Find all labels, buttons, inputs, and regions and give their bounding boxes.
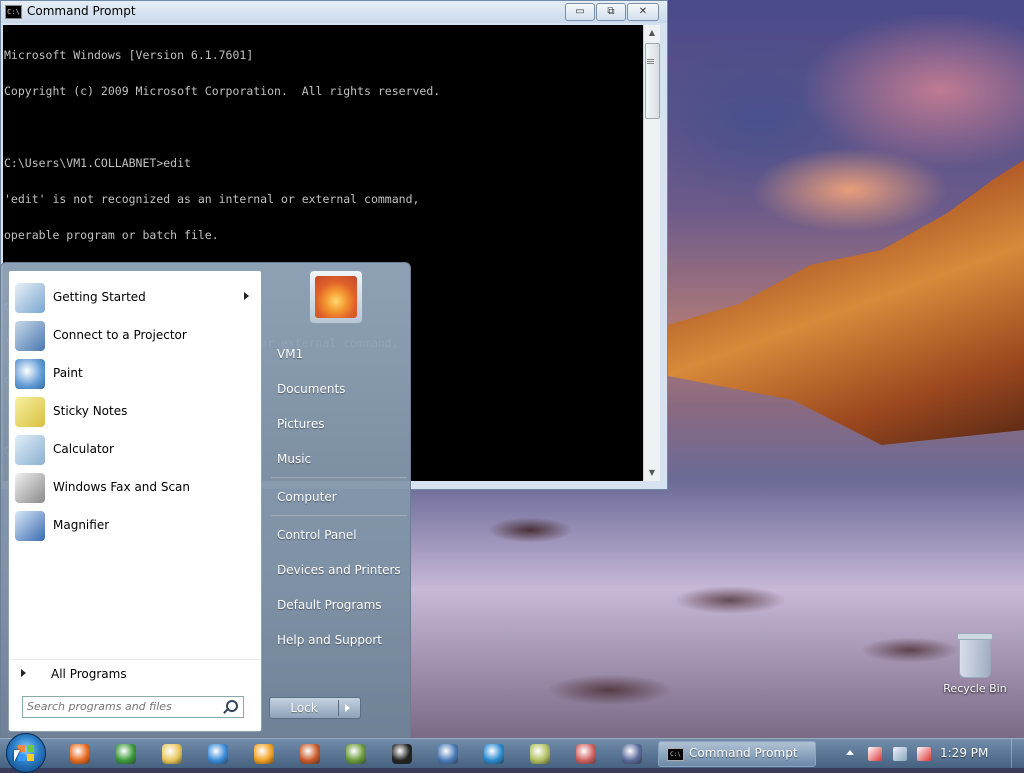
scroll-up-arrow-icon[interactable]: ▲ xyxy=(644,25,660,41)
calculator-icon xyxy=(15,435,45,465)
start-link-user[interactable]: VM1 xyxy=(271,342,407,366)
tools-icon[interactable] xyxy=(346,744,366,764)
start-link-default-programs[interactable]: Default Programs xyxy=(271,593,407,617)
action-center-icon[interactable] xyxy=(868,747,882,761)
search-icon[interactable] xyxy=(226,700,238,712)
network-admin-icon[interactable] xyxy=(622,744,642,764)
paint-icon xyxy=(15,359,45,389)
start-item-label: Getting Started xyxy=(53,290,146,304)
paint-app-icon[interactable] xyxy=(576,744,596,764)
start-menu-separator xyxy=(271,515,407,517)
taskbar: C:\ Command Prompt 1:29 PM xyxy=(0,733,1024,773)
remote-desktop-icon[interactable] xyxy=(438,744,458,764)
taskbar-clock[interactable]: 1:29 PM xyxy=(940,746,988,760)
start-search-input[interactable] xyxy=(23,697,223,715)
start-item-label: Paint xyxy=(53,366,83,380)
maximize-button[interactable]: ⧉ xyxy=(596,3,626,21)
start-menu-programs-pane: Getting Started Connect to a Projector P… xyxy=(8,270,262,732)
start-link-devices-printers[interactable]: Devices and Printers xyxy=(271,558,407,582)
show-desktop-button[interactable] xyxy=(1011,739,1024,768)
start-item-sticky-notes[interactable]: Sticky Notes xyxy=(11,394,259,430)
window-controls: ▭ ⧉ ✕ xyxy=(565,3,659,21)
start-link-computer[interactable]: Computer xyxy=(271,485,407,509)
start-item-label: Windows Fax and Scan xyxy=(53,480,191,494)
start-menu-separator xyxy=(271,477,407,479)
all-programs-label: All Programs xyxy=(51,667,127,681)
shutdown-options-arrow-icon[interactable] xyxy=(345,704,350,712)
cmd-window-title: Command Prompt xyxy=(27,4,136,18)
recycle-bin-icon xyxy=(957,633,993,678)
magnifier-icon xyxy=(15,511,45,541)
wallpaper-cliff xyxy=(668,160,1024,445)
close-button[interactable]: ✕ xyxy=(627,3,659,21)
fax-scan-icon xyxy=(15,473,45,503)
start-search-box[interactable] xyxy=(22,696,244,718)
network-icon[interactable] xyxy=(893,747,907,761)
cmd-taskbar-icon: C:\ xyxy=(667,748,684,761)
all-programs-arrow-icon xyxy=(21,669,26,677)
vertical-scrollbar[interactable]: ▲ ▼ xyxy=(643,25,660,481)
start-link-documents[interactable]: Documents xyxy=(271,377,407,401)
scroll-grip-icon xyxy=(647,59,654,60)
console-line: C:\Users\VM1.COLLABNET>edit xyxy=(4,156,191,170)
lock-button[interactable]: Lock xyxy=(269,697,361,719)
console-line: 'edit' is not recognized as an internal … xyxy=(4,192,420,206)
minimize-button[interactable]: ▭ xyxy=(565,3,595,21)
scroll-thumb[interactable] xyxy=(645,43,660,119)
scroll-down-arrow-icon[interactable]: ▼ xyxy=(644,465,660,481)
cmd-app-icon[interactable]: C:\ xyxy=(5,5,22,19)
cmd-title-bar[interactable]: C:\ Command Prompt ▭ ⧉ ✕ xyxy=(1,1,667,23)
lock-button-label: Lock xyxy=(290,701,318,715)
start-item-fax-scan[interactable]: Windows Fax and Scan xyxy=(11,470,259,506)
start-link-control-panel[interactable]: Control Panel xyxy=(271,523,407,547)
all-programs-button[interactable]: All Programs xyxy=(11,659,259,686)
windows-logo-icon xyxy=(18,745,34,761)
start-menu: Getting Started Connect to a Projector P… xyxy=(0,262,411,738)
start-item-paint[interactable]: Paint xyxy=(11,356,259,392)
wallpaper-rocks xyxy=(410,470,1024,738)
start-button[interactable] xyxy=(6,733,46,773)
chrome-icon[interactable] xyxy=(116,744,136,764)
internet-explorer-icon[interactable] xyxy=(208,744,228,764)
recycle-bin[interactable]: Recycle Bin xyxy=(940,633,1010,695)
taskbar-command-prompt[interactable]: C:\ Command Prompt xyxy=(658,741,816,767)
lock-button-divider xyxy=(338,700,339,716)
explorer-folder-icon[interactable] xyxy=(162,744,182,764)
user-picture-flower-icon xyxy=(315,276,357,318)
start-link-help-support[interactable]: Help and Support xyxy=(271,628,407,652)
console-line: operable program or batch file. xyxy=(4,228,219,242)
notepad-icon[interactable] xyxy=(530,744,550,764)
start-item-label: Magnifier xyxy=(53,518,110,532)
media-player-icon[interactable] xyxy=(254,744,274,764)
vs-code-icon[interactable] xyxy=(484,744,504,764)
firefox-icon[interactable] xyxy=(70,744,90,764)
start-menu-links-pane: VM1 Documents Pictures Music Computer Co… xyxy=(263,263,411,739)
show-hidden-icons-icon[interactable] xyxy=(846,750,854,755)
taskbar-task-label: Command Prompt xyxy=(689,746,798,760)
start-item-magnifier[interactable]: Magnifier xyxy=(11,508,259,544)
mouse-cursor-icon xyxy=(14,750,20,762)
firefox-alt-icon[interactable] xyxy=(300,744,320,764)
user-avatar[interactable] xyxy=(309,270,363,324)
submenu-arrow-icon[interactable] xyxy=(244,292,249,300)
projector-icon xyxy=(15,321,45,351)
getting-started-icon xyxy=(15,283,45,313)
start-item-label: Calculator xyxy=(53,442,114,456)
start-item-calculator[interactable]: Calculator xyxy=(11,432,259,468)
start-item-label: Connect to a Projector xyxy=(53,328,187,342)
console-line: Microsoft Windows [Version 6.1.7601] xyxy=(4,48,254,62)
start-item-getting-started[interactable]: Getting Started xyxy=(11,280,259,316)
start-item-label: Sticky Notes xyxy=(53,404,128,418)
volume-muted-icon[interactable] xyxy=(917,747,931,761)
start-link-music[interactable]: Music xyxy=(271,447,407,471)
7zip-icon[interactable] xyxy=(392,744,412,764)
recycle-bin-label: Recycle Bin xyxy=(943,682,1007,695)
console-line: Copyright (c) 2009 Microsoft Corporation… xyxy=(4,84,441,98)
sticky-notes-icon xyxy=(15,397,45,427)
start-link-pictures[interactable]: Pictures xyxy=(271,412,407,436)
start-item-connect-projector[interactable]: Connect to a Projector xyxy=(11,318,259,354)
